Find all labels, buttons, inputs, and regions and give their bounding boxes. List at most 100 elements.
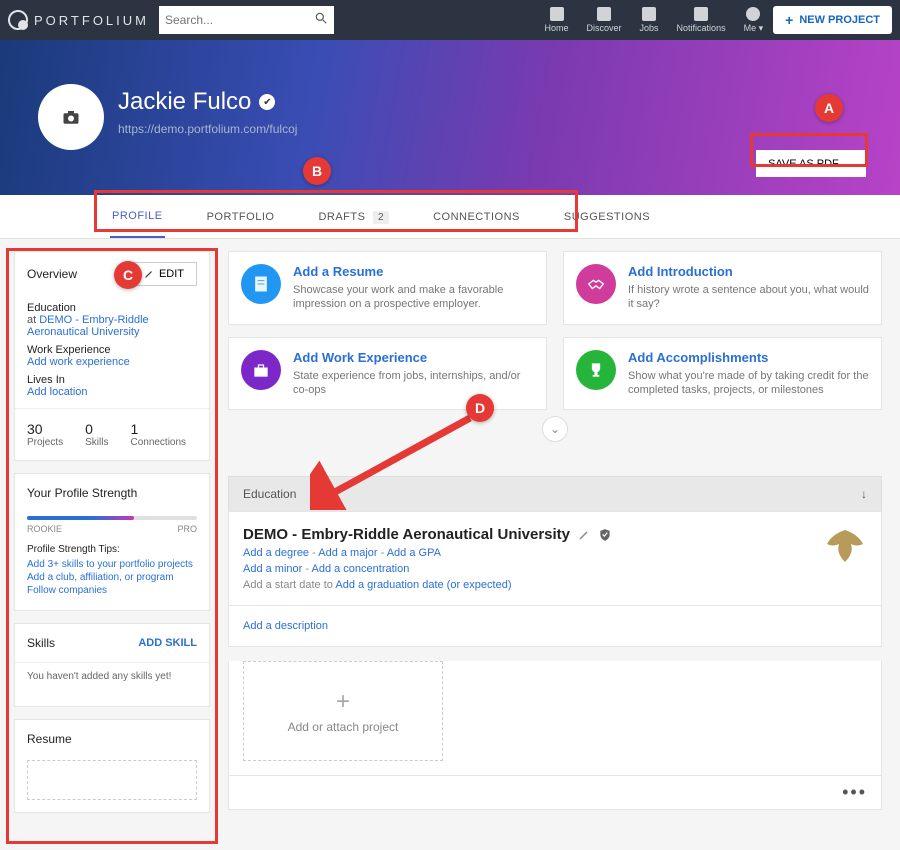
brand-text: PORTFOLIUM bbox=[34, 13, 149, 28]
add-concentration-link[interactable]: Add a concentration bbox=[311, 563, 409, 575]
document-icon bbox=[241, 264, 281, 304]
skills-title: Skills bbox=[27, 636, 55, 650]
promo-add-resume[interactable]: Add a ResumeShowcase your work and make … bbox=[228, 251, 547, 325]
add-gpa-link[interactable]: Add a GPA bbox=[387, 547, 441, 559]
avatar-icon bbox=[746, 7, 760, 21]
nav-discover-label: Discover bbox=[587, 23, 622, 33]
bell-icon bbox=[694, 7, 708, 21]
pencil-icon[interactable] bbox=[578, 529, 590, 541]
drafts-count-badge: 2 bbox=[373, 211, 389, 224]
annotation-marker-b: B bbox=[303, 157, 331, 185]
brand-logo[interactable]: PORTFOLIUM bbox=[8, 10, 149, 30]
top-nav: PORTFOLIUM Home Discover Jobs Notificati… bbox=[0, 0, 900, 40]
tab-portfolio[interactable]: PORTFOLIO bbox=[205, 197, 277, 237]
education-school: DEMO - Embry-Riddle Aeronautical Univers… bbox=[243, 526, 867, 543]
add-work-experience-link[interactable]: Add work experience bbox=[27, 356, 197, 368]
pencil-icon bbox=[144, 269, 154, 279]
nav-discover[interactable]: Discover bbox=[587, 7, 622, 33]
resume-title: Resume bbox=[27, 732, 197, 746]
resume-dropzone[interactable] bbox=[27, 760, 197, 800]
education-prefix: at bbox=[27, 314, 39, 326]
nav-links: Home Discover Jobs Notifications Me ▾ bbox=[545, 7, 764, 34]
promo-add-work[interactable]: Add Work ExperienceState experience from… bbox=[228, 337, 547, 411]
search-box[interactable] bbox=[159, 6, 334, 34]
school-logo-icon bbox=[823, 526, 867, 566]
nav-notifications[interactable]: Notifications bbox=[677, 7, 726, 33]
nav-jobs-label: Jobs bbox=[640, 23, 659, 33]
tip-add-skills[interactable]: Add 3+ skills to your portfolio projects bbox=[27, 559, 197, 570]
skills-empty-text: You haven't added any skills yet! bbox=[15, 662, 209, 706]
tab-profile[interactable]: PROFILE bbox=[110, 196, 165, 238]
trophy-icon bbox=[576, 350, 616, 390]
camera-icon bbox=[62, 109, 80, 125]
skills-card: Skills ADD SKILL You haven't added any s… bbox=[14, 623, 210, 707]
education-header-label: Education bbox=[243, 487, 296, 501]
add-minor-link[interactable]: Add a minor bbox=[243, 563, 302, 575]
stat-skills[interactable]: 0Skills bbox=[85, 421, 108, 448]
profile-hero: Jackie Fulco ✔ https://demo.portfolium.c… bbox=[0, 40, 900, 195]
education-project-row: + Add or attach project bbox=[228, 661, 882, 776]
strength-fill bbox=[27, 516, 134, 520]
annotation-marker-a: A bbox=[815, 94, 843, 122]
education-school-text: DEMO - Embry-Riddle Aeronautical Univers… bbox=[243, 526, 570, 543]
add-description-link[interactable]: Add a description bbox=[243, 620, 328, 632]
promo-work-title: Add Work Experience bbox=[293, 350, 534, 365]
add-major-link[interactable]: Add a major bbox=[318, 547, 377, 559]
search-input[interactable] bbox=[165, 13, 305, 27]
profile-tabs: PROFILE PORTFOLIO DRAFTS 2 CONNECTIONS S… bbox=[0, 195, 900, 239]
tip-follow-companies[interactable]: Follow companies bbox=[27, 585, 197, 596]
new-project-label: NEW PROJECT bbox=[799, 14, 880, 26]
add-project-label: Add or attach project bbox=[288, 720, 399, 734]
education-card: DEMO - Embry-Riddle Aeronautical Univers… bbox=[228, 511, 882, 606]
profile-name-text: Jackie Fulco bbox=[118, 88, 251, 116]
edit-label: EDIT bbox=[159, 268, 184, 280]
add-start-date-text[interactable]: Add a start date bbox=[243, 579, 321, 591]
more-icon[interactable]: ••• bbox=[842, 782, 867, 802]
strength-rookie-label: ROOKIE bbox=[27, 524, 62, 534]
nav-jobs[interactable]: Jobs bbox=[640, 7, 659, 33]
tab-drafts[interactable]: DRAFTS 2 bbox=[316, 197, 391, 237]
resume-card: Resume bbox=[14, 719, 210, 813]
promo-add-introduction[interactable]: Add IntroductionIf history wrote a sente… bbox=[563, 251, 882, 325]
strength-title: Your Profile Strength bbox=[27, 486, 197, 500]
add-grad-date-link[interactable]: Add a graduation date (or expected) bbox=[335, 579, 511, 591]
save-as-pdf-button[interactable]: SAVE AS PDF ⌄ bbox=[756, 150, 866, 177]
chevron-down-icon: ⌄ bbox=[845, 157, 854, 170]
add-location-link[interactable]: Add location bbox=[27, 386, 197, 398]
education-label: Education bbox=[27, 302, 197, 314]
plus-icon: + bbox=[785, 12, 793, 28]
overview-title: Overview bbox=[27, 267, 77, 281]
nav-home[interactable]: Home bbox=[545, 7, 569, 33]
jobs-icon bbox=[642, 7, 656, 21]
add-skill-button[interactable]: ADD SKILL bbox=[138, 637, 197, 649]
profile-url[interactable]: https://demo.portfolium.com/fulcoj bbox=[118, 122, 297, 136]
tab-connections[interactable]: CONNECTIONS bbox=[431, 197, 522, 237]
profile-strength-card: Your Profile Strength ROOKIEPRO Profile … bbox=[14, 473, 210, 611]
promo-resume-desc: Showcase your work and make a favorable … bbox=[293, 283, 534, 312]
education-more-row: ••• bbox=[228, 776, 882, 810]
nav-me[interactable]: Me ▾ bbox=[744, 7, 764, 34]
tip-add-club[interactable]: Add a club, affiliation, or program bbox=[27, 572, 197, 583]
arrow-down-icon: ↓ bbox=[861, 487, 867, 501]
plus-icon: + bbox=[336, 688, 350, 716]
add-degree-link[interactable]: Add a degree bbox=[243, 547, 309, 559]
search-icon[interactable] bbox=[314, 11, 328, 30]
strength-bar bbox=[27, 516, 197, 520]
promo-accom-desc: Show what you're made of by taking credi… bbox=[628, 369, 869, 398]
promo-accom-title: Add Accomplishments bbox=[628, 350, 869, 365]
logo-mark-icon bbox=[8, 10, 28, 30]
education-link[interactable]: DEMO - Embry-Riddle Aeronautical Univers… bbox=[27, 314, 149, 338]
promo-add-accomplishments[interactable]: Add Accomplishments Show what you're made… bbox=[563, 337, 882, 411]
lives-label: Lives In bbox=[27, 374, 197, 386]
stat-projects[interactable]: 30Projects bbox=[27, 421, 63, 448]
nav-notifications-label: Notifications bbox=[677, 23, 726, 33]
add-project-dropzone[interactable]: + Add or attach project bbox=[243, 661, 443, 761]
home-icon bbox=[550, 7, 564, 21]
tab-suggestions[interactable]: SUGGESTIONS bbox=[562, 197, 652, 237]
strength-pro-label: PRO bbox=[177, 524, 197, 534]
verified-icon: ✔ bbox=[259, 94, 275, 110]
new-project-button[interactable]: + NEW PROJECT bbox=[773, 6, 892, 34]
expand-toggle[interactable]: ⌄ bbox=[542, 416, 568, 442]
avatar-upload[interactable] bbox=[38, 84, 104, 150]
stat-connections[interactable]: 1Connections bbox=[130, 421, 186, 448]
